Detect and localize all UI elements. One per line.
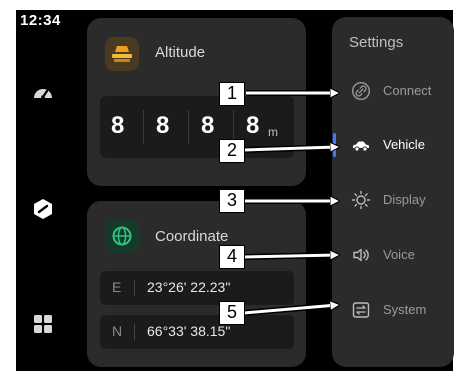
callout-1: 1	[219, 82, 245, 106]
callout-2: 2	[219, 139, 245, 163]
callout-4: 4	[219, 245, 245, 269]
callout-5: 5	[219, 301, 245, 325]
callout-3: 3	[219, 189, 245, 213]
